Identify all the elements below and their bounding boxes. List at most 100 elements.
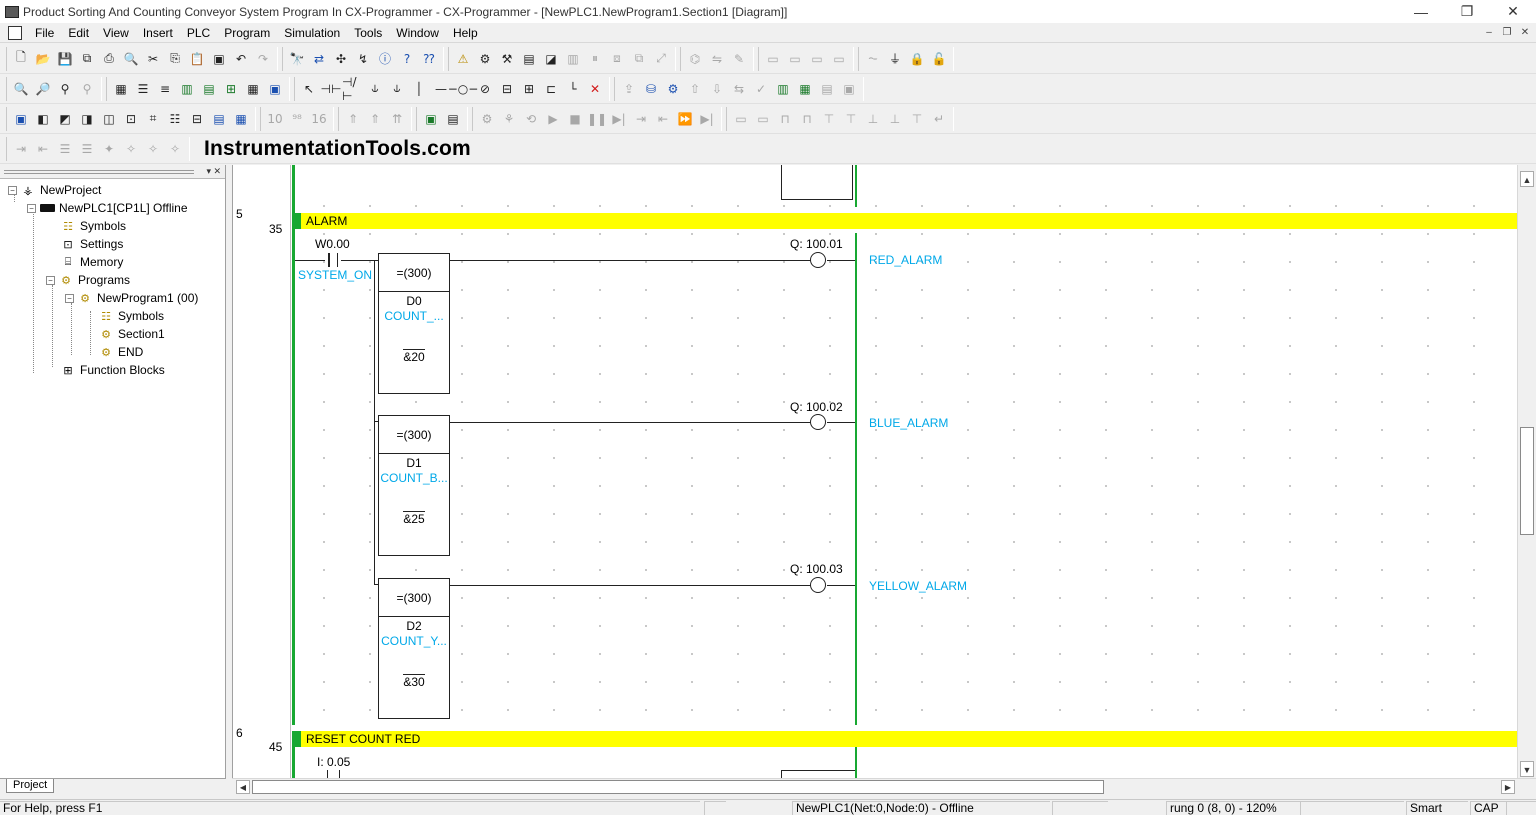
monitor-mode-icon[interactable]: ▥ bbox=[772, 79, 794, 99]
tab-project[interactable]: Project bbox=[6, 779, 55, 793]
decimal-icon[interactable]: 10 bbox=[264, 109, 286, 129]
section-icon[interactable]: ⊟ bbox=[186, 109, 208, 129]
output-window-icon[interactable]: ▤ bbox=[518, 49, 540, 69]
line-connect-icon[interactable]: └ bbox=[562, 79, 584, 99]
step-over-icon[interactable]: ⇥ bbox=[630, 109, 652, 129]
coil-yellow-alarm[interactable] bbox=[810, 577, 826, 593]
plc-online-icon[interactable]: ⛁ bbox=[640, 79, 662, 99]
menu-tools[interactable]: Tools bbox=[347, 26, 389, 40]
delete-col-icon[interactable]: ⊤ bbox=[818, 109, 840, 129]
compile-all-icon[interactable]: ⚒ bbox=[496, 49, 518, 69]
sim-1-icon[interactable]: ⇑ bbox=[342, 109, 364, 129]
zoom-out-icon[interactable]: ⚲ bbox=[54, 79, 76, 99]
fast-forward-icon[interactable]: ⏩ bbox=[674, 109, 696, 129]
project-window-icon[interactable]: ▣ bbox=[10, 109, 32, 129]
cross-ref-icon[interactable]: ✣ bbox=[330, 49, 352, 69]
collapse-icon[interactable]: − bbox=[8, 185, 17, 195]
rung-comment-alarm[interactable]: ALARM bbox=[292, 213, 1517, 229]
find-icon[interactable]: 🔭 bbox=[286, 49, 308, 69]
transfer-to-plc-icon[interactable]: ⇪ bbox=[618, 79, 640, 99]
comments-icon[interactable]: ☰ bbox=[132, 79, 154, 99]
redo-icon[interactable]: ↷ bbox=[252, 49, 274, 69]
sim-3-icon[interactable]: ⇈ bbox=[386, 109, 408, 129]
list-icon[interactable]: ≡ bbox=[154, 79, 176, 99]
tree-item-function-blocks[interactable]: ⊞ Function Blocks bbox=[60, 361, 164, 379]
instruction-icon[interactable]: ⊟ bbox=[496, 79, 518, 99]
stop-icon[interactable]: ■ bbox=[564, 109, 586, 129]
symbols-window-icon[interactable]: ☷ bbox=[164, 109, 186, 129]
insert-col-icon[interactable]: ▭ bbox=[752, 109, 774, 129]
address-icon[interactable]: ◨ bbox=[76, 109, 98, 129]
mdi-restore-button[interactable]: ❐ bbox=[1500, 26, 1514, 39]
address-ref-icon[interactable]: ↯ bbox=[352, 49, 374, 69]
tree-item-program-symbols[interactable]: ☷ Symbols bbox=[98, 307, 164, 325]
warning-icon[interactable]: ⚠ bbox=[452, 49, 474, 69]
menu-simulation[interactable]: Simulation bbox=[277, 26, 347, 40]
bcd-icon[interactable]: ⁹⁸ bbox=[286, 109, 308, 129]
coil-icon[interactable]: −○− bbox=[448, 79, 479, 99]
sim-watch-icon[interactable]: ▤ bbox=[442, 109, 464, 129]
collapse-icon[interactable]: − bbox=[46, 275, 55, 285]
run-to-cursor-icon[interactable]: ▶| bbox=[696, 109, 718, 129]
align-icon[interactable]: ⊤ bbox=[840, 109, 862, 129]
zoom-fit-icon[interactable]: ⤢ bbox=[650, 49, 672, 69]
indent-icon[interactable]: ⇥ bbox=[10, 139, 32, 159]
tree-item-memory[interactable]: ⌸ Memory bbox=[60, 253, 124, 271]
vertical-scrollbar[interactable]: ▲ ▼ bbox=[1517, 165, 1536, 778]
run-icon[interactable]: ▶ bbox=[542, 109, 564, 129]
mnemonic-icon[interactable]: ▤ bbox=[208, 109, 230, 129]
restore-button[interactable]: ❐ bbox=[1444, 0, 1490, 23]
output-icon[interactable]: ◧ bbox=[32, 109, 54, 129]
scroll-right-icon[interactable]: ▶ bbox=[1501, 780, 1515, 794]
delete-row-icon[interactable]: ⊓ bbox=[796, 109, 818, 129]
compare-plc-icon[interactable]: ⇆ bbox=[728, 79, 750, 99]
compare-block-1[interactable]: =(300) D0 COUNT_... &20 bbox=[378, 253, 450, 394]
menu-plc[interactable]: PLC bbox=[180, 26, 217, 40]
memory-view-3-icon[interactable]: ▭ bbox=[806, 49, 828, 69]
copy-icon[interactable]: ⎘ bbox=[164, 49, 186, 69]
io-icon[interactable]: ⌗ bbox=[142, 109, 164, 129]
monitor-icon[interactable]: ▤ bbox=[198, 79, 220, 99]
sim-2-icon[interactable]: ⇑ bbox=[364, 109, 386, 129]
undo-icon[interactable]: ↶ bbox=[230, 49, 252, 69]
nc-contact-icon[interactable]: ⊣/⊢ bbox=[342, 75, 364, 103]
menu-view[interactable]: View bbox=[96, 26, 136, 40]
unlock-icon[interactable]: 🔓 bbox=[928, 49, 950, 69]
ladder-diagram[interactable]: 5 35 ALARM W0.00 SYSTEM_ON =(300) D0 COU… bbox=[232, 165, 1517, 778]
coil-blue-alarm[interactable] bbox=[810, 414, 826, 430]
zoom-small-icon[interactable]: 🔍 bbox=[10, 79, 32, 99]
tree-item-end[interactable]: ⚙ END bbox=[98, 343, 143, 361]
tree-item-plc[interactable]: − NewPLC1[CP1L] Offline bbox=[27, 199, 188, 217]
select-icon[interactable]: ↖ bbox=[298, 79, 320, 99]
io-comment-icon[interactable]: ▣ bbox=[264, 79, 286, 99]
menu-insert[interactable]: Insert bbox=[136, 26, 180, 40]
no-contact-icon[interactable]: ⊣⊢ bbox=[320, 79, 342, 99]
sim-settings-icon[interactable]: ⚙ bbox=[476, 109, 498, 129]
sim-window-icon[interactable]: ▣ bbox=[420, 109, 442, 129]
panel-controls[interactable]: ▾ ✕ bbox=[206, 166, 221, 177]
mdi-close-button[interactable]: ✕ bbox=[1518, 26, 1532, 39]
zoom-in-icon[interactable]: 🔎 bbox=[32, 79, 54, 99]
grid-icon[interactable]: ▦ bbox=[110, 79, 132, 99]
panel-grip[interactable] bbox=[4, 170, 194, 174]
io-table-icon[interactable]: ▥ bbox=[562, 49, 584, 69]
tool-b-icon[interactable]: ✧ bbox=[120, 139, 142, 159]
memory-view-4-icon[interactable]: ▭ bbox=[828, 49, 850, 69]
coil-red-alarm[interactable] bbox=[810, 252, 826, 268]
compare-icon[interactable]: ⧉ bbox=[76, 49, 98, 69]
distribute-icon[interactable]: ⊥ bbox=[862, 109, 884, 129]
minimize-button[interactable]: — bbox=[1398, 0, 1444, 23]
outdent-icon[interactable]: ⇤ bbox=[32, 139, 54, 159]
memory-view-2-icon[interactable]: ▭ bbox=[784, 49, 806, 69]
scroll-left-icon[interactable]: ◀ bbox=[236, 780, 250, 794]
about-icon[interactable]: ⓘ bbox=[374, 49, 396, 69]
tree-item-newprogram1[interactable]: − ⚙ NewProgram1 (00) bbox=[65, 289, 198, 307]
data-trace-icon[interactable]: ▦ bbox=[794, 79, 816, 99]
tree-item-programs[interactable]: − ⚙ Programs bbox=[46, 271, 130, 289]
step-icon[interactable]: ⏚ bbox=[884, 49, 906, 69]
instruction-2-icon[interactable]: ⊞ bbox=[518, 79, 540, 99]
plc-settings-icon[interactable]: ⚙ bbox=[662, 79, 684, 99]
step-out-icon[interactable]: ⇤ bbox=[652, 109, 674, 129]
compare-block-3[interactable]: =(300) D2 COUNT_Y... &30 bbox=[378, 578, 450, 719]
trace-icon[interactable]: ⏦ bbox=[862, 49, 884, 69]
